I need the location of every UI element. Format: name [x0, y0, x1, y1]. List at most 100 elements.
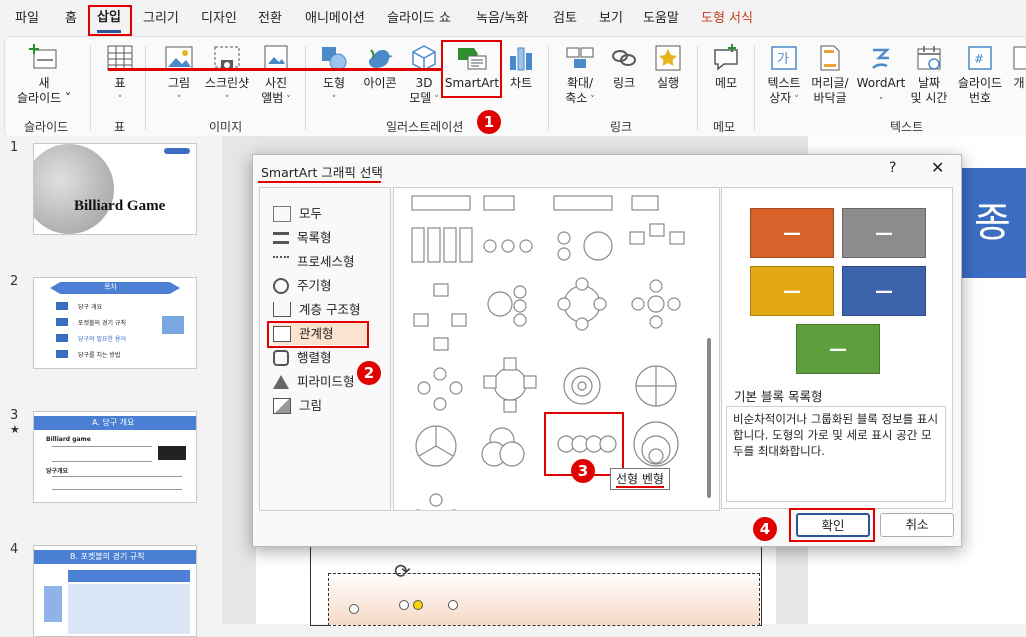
screenshot-button[interactable]: 스크린샷 ˅	[201, 44, 253, 108]
tab-transitions[interactable]: 전환	[258, 8, 282, 30]
matrix-icon	[273, 349, 289, 366]
wordart-label: WordArt	[856, 76, 906, 90]
adjust-handle[interactable]	[413, 600, 423, 610]
shapes-button[interactable]: 도형 ˅	[316, 44, 352, 108]
chart-button[interactable]: 차트	[503, 44, 539, 91]
tab-home[interactable]: 홈	[65, 8, 77, 30]
tab-review[interactable]: 검토	[553, 8, 577, 30]
slide-3-text-lines	[52, 476, 182, 490]
rotate-handle-icon[interactable]: ⟳	[394, 559, 411, 583]
slide-3-bullet: Billiard game	[46, 436, 91, 443]
tab-view[interactable]: 보기	[599, 8, 623, 30]
wordart-icon	[872, 48, 891, 69]
header-footer-button[interactable]: 머리글/ 바닥글	[806, 44, 854, 106]
star-icon	[655, 45, 681, 71]
toc-marker	[56, 318, 68, 326]
annotation-line	[108, 68, 441, 71]
gallery-scrollbar[interactable]	[707, 338, 711, 498]
separator	[548, 46, 549, 130]
new-slide-icon	[29, 44, 57, 69]
wordart-button[interactable]: WordArt ˅	[856, 44, 906, 110]
link-label: 링크	[612, 76, 636, 90]
slide-2-picture	[162, 316, 184, 334]
layout-gallery: 선형 벤형	[393, 187, 720, 511]
category-pyramid[interactable]: 피라미드형	[273, 371, 355, 393]
group-label-tables: 표	[114, 120, 126, 134]
slide-3-picture	[158, 446, 186, 460]
smartart-placeholder[interactable]	[328, 573, 760, 626]
tab-shape-format[interactable]: 도형 서식	[701, 8, 753, 30]
resize-handle[interactable]	[349, 604, 359, 614]
resize-handle[interactable]	[448, 600, 458, 610]
slide-thumbnail-3[interactable]: A. 당구 개요 Billiard game 당구개요	[33, 411, 197, 503]
group-label-slides: 슬라이드	[24, 120, 69, 134]
action-button[interactable]: 실행	[650, 44, 686, 91]
more-text-button[interactable]: 개	[1012, 44, 1026, 91]
help-button[interactable]: ?	[889, 160, 896, 176]
comment-label: 메모	[714, 76, 738, 90]
category-cycle[interactable]: 주기형	[273, 275, 332, 297]
tab-record[interactable]: 녹음/녹화	[476, 8, 528, 30]
header-footer-icon	[820, 45, 840, 71]
textbox-button[interactable]: 가 텍스트 상자 ˅	[762, 44, 806, 108]
tab-draw[interactable]: 그리기	[143, 8, 179, 30]
slide-number-1: 1	[10, 140, 19, 155]
picture-icon	[273, 397, 291, 414]
category-picture[interactable]: 그림	[273, 395, 322, 417]
picture-button[interactable]: 그림 ˅	[158, 44, 200, 108]
object-icon	[1013, 46, 1026, 70]
step-badge-4: 4	[753, 517, 777, 541]
slide-3-bullet: 당구개요	[46, 468, 69, 475]
slide-thumbnail-pane: 1 Billiard Game 2 목차 당구 개요 포켓볼의 경기 규칙 당구…	[0, 136, 222, 637]
svg-text:가: 가	[777, 52, 789, 67]
slide-number-3: 3	[10, 408, 19, 423]
slide-title-box: 종	[956, 168, 1026, 278]
comment-button[interactable]: 메모	[707, 44, 745, 91]
resize-handle[interactable]	[399, 600, 409, 610]
slide-thumbnail-1[interactable]: Billiard Game	[33, 143, 197, 235]
tab-file[interactable]: 파일	[15, 8, 39, 30]
3d-models-button[interactable]: 3D 모델 ˅	[404, 44, 444, 108]
close-button[interactable]: ✕	[931, 158, 944, 177]
group-label-images: 이미지	[209, 120, 243, 134]
slide-4-title: B. 포켓볼의 경기 규칙	[70, 552, 145, 561]
preview-block: —	[750, 208, 834, 258]
chart-label: 차트	[509, 76, 533, 90]
tab-help[interactable]: 도움말	[643, 8, 679, 30]
category-all[interactable]: 모두	[273, 203, 322, 225]
slide-thumbnail-2[interactable]: 목차 당구 개요 포켓볼의 경기 규칙 당구의 필요한 용어 당구를 치는 방법	[33, 277, 197, 369]
comment-icon	[714, 44, 738, 71]
category-process[interactable]: 프로세스형	[273, 251, 355, 273]
smartart-highlight	[441, 40, 502, 98]
link-button[interactable]: 링크	[606, 44, 642, 91]
category-hierarchy[interactable]: 계층 구조형	[273, 299, 360, 321]
tab-slideshow[interactable]: 슬라이드 쇼	[387, 8, 451, 30]
tooltip-text: 선형 벤형	[616, 472, 664, 488]
grid-icon	[273, 205, 291, 222]
toc-marker	[56, 302, 68, 310]
slide-number-4: 4	[10, 542, 19, 557]
category-matrix[interactable]: 행렬형	[273, 347, 332, 369]
slide-thumbnail-4[interactable]: B. 포켓볼의 경기 규칙	[33, 545, 197, 637]
action-label: 실행	[656, 76, 680, 90]
slide-3-title: A. 당구 개요	[92, 418, 135, 427]
tab-animations[interactable]: 애니메이션	[305, 8, 365, 30]
table-button[interactable]: 표 ˅	[100, 44, 140, 108]
date-time-button[interactable]: 날짜 및 시간	[906, 44, 952, 106]
preview-description: 비순차적이거나 그룹화된 블록 정보를 표시합니다. 도형의 가로 및 세로 표…	[726, 406, 946, 502]
zoom-icon	[566, 47, 594, 68]
cancel-button[interactable]: 취소	[880, 513, 954, 537]
svg-text:#: #	[974, 52, 984, 66]
preview-block: —	[842, 266, 926, 316]
photo-album-button[interactable]: 사진 앨범 ˅	[256, 44, 296, 108]
new-slide-button[interactable]: 새 슬라이드 ˅	[14, 44, 74, 106]
slide-number-button[interactable]: # 슬라이드 번호	[952, 44, 1008, 106]
zoom-button[interactable]: 확대/ 축소 ˅	[560, 44, 600, 108]
tab-design[interactable]: 디자인	[201, 8, 237, 30]
preview-block: —	[796, 324, 880, 374]
preview-block: —	[750, 266, 834, 316]
separator	[145, 46, 146, 130]
dialog-title: SmartArt 그래픽 선택	[261, 165, 383, 180]
animation-star-icon: ★	[10, 423, 20, 436]
category-list-type[interactable]: 목록형	[273, 227, 332, 249]
